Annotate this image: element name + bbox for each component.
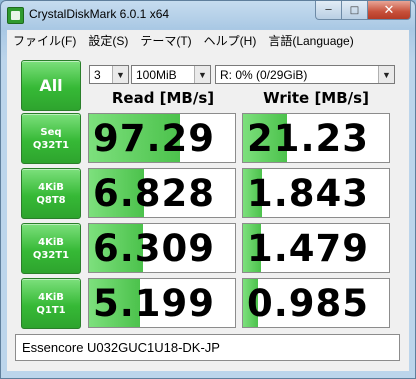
maximize-button[interactable]: □ bbox=[342, 1, 368, 20]
test-label-line2: Q32T1 bbox=[32, 249, 70, 261]
read-result-4kib-q8t8: 6.828 bbox=[88, 168, 236, 218]
write-value: 1.479 bbox=[247, 227, 370, 270]
write-result-4kib-q1t1: 0.985 bbox=[242, 278, 390, 328]
write-value: 0.985 bbox=[247, 282, 370, 325]
test-label-line2: Q8T8 bbox=[36, 194, 66, 206]
title-bar[interactable]: CrystalDiskMark 6.0.1 x64 ─ □ ✕ bbox=[1, 1, 415, 29]
test-label-line1: 4KiB bbox=[38, 181, 64, 193]
chevron-down-icon: ▼ bbox=[378, 66, 394, 83]
read-value: 5.199 bbox=[93, 282, 216, 325]
drive-value: R: 0% (0/29GiB) bbox=[220, 67, 308, 82]
test-label-line1: Seq bbox=[40, 126, 62, 138]
menu-file[interactable]: ファイル(F) bbox=[7, 32, 82, 49]
test-count-value: 3 bbox=[94, 67, 101, 82]
read-result-4kib-q1t1: 5.199 bbox=[88, 278, 236, 328]
chevron-down-icon: ▼ bbox=[112, 66, 128, 83]
test-label-line2: Q32T1 bbox=[32, 139, 70, 151]
read-value: 6.309 bbox=[93, 227, 216, 270]
menu-language[interactable]: 言語(Language) bbox=[262, 32, 359, 49]
read-result-4kib-q32t1: 6.309 bbox=[88, 223, 236, 273]
test-size-select[interactable]: 100MiB ▼ bbox=[131, 65, 211, 84]
4kib-q32t1-test-button[interactable]: 4KiB Q32T1 bbox=[21, 223, 81, 274]
seq-q32t1-test-button[interactable]: Seq Q32T1 bbox=[21, 113, 81, 164]
write-result-4kib-q32t1: 1.479 bbox=[242, 223, 390, 273]
4kib-q1t1-test-button[interactable]: 4KiB Q1T1 bbox=[21, 278, 81, 329]
window-controls: ─ □ ✕ bbox=[315, 1, 411, 20]
write-value: 21.23 bbox=[247, 117, 370, 160]
read-column-header: Read [MB/s] bbox=[111, 89, 215, 107]
app-window: CrystalDiskMark 6.0.1 x64 ─ □ ✕ ファイル(F) … bbox=[0, 0, 416, 379]
menu-help[interactable]: ヘルプ(H) bbox=[198, 32, 263, 49]
menu-theme[interactable]: テーマ(T) bbox=[134, 32, 197, 49]
write-column-header: Write [MB/s] bbox=[263, 89, 369, 107]
menu-bar: ファイル(F) 設定(S) テーマ(T) ヘルプ(H) 言語(Language) bbox=[7, 30, 409, 50]
main-panel: All 3 ▼ 100MiB ▼ R: 0% (0/29GiB) ▼ Read … bbox=[7, 50, 409, 371]
write-result-4kib-q8t8: 1.843 bbox=[242, 168, 390, 218]
all-tests-button[interactable]: All bbox=[21, 60, 81, 111]
test-count-select[interactable]: 3 ▼ bbox=[89, 65, 129, 84]
window-title: CrystalDiskMark 6.0.1 x64 bbox=[29, 7, 170, 21]
drive-select[interactable]: R: 0% (0/29GiB) ▼ bbox=[215, 65, 395, 84]
test-size-value: 100MiB bbox=[136, 67, 177, 82]
menu-settings[interactable]: 設定(S) bbox=[82, 32, 134, 49]
write-value: 1.843 bbox=[247, 172, 370, 215]
comment-field[interactable]: Essencore U032GUC1U18-DK-JP bbox=[15, 334, 400, 361]
4kib-q8t8-test-button[interactable]: 4KiB Q8T8 bbox=[21, 168, 81, 219]
test-label-line1: 4KiB bbox=[38, 291, 64, 303]
close-button[interactable]: ✕ bbox=[368, 1, 411, 20]
test-label-line1: 4KiB bbox=[38, 236, 64, 248]
read-result-seq-q32t1: 97.29 bbox=[88, 113, 236, 163]
chevron-down-icon: ▼ bbox=[194, 66, 210, 83]
read-value: 97.29 bbox=[93, 117, 216, 160]
test-label-line2: Q1T1 bbox=[36, 304, 66, 316]
crystaldiskmark-app-icon bbox=[7, 7, 24, 24]
write-result-seq-q32t1: 21.23 bbox=[242, 113, 390, 163]
read-value: 6.828 bbox=[93, 172, 216, 215]
minimize-button[interactable]: ─ bbox=[315, 1, 342, 20]
